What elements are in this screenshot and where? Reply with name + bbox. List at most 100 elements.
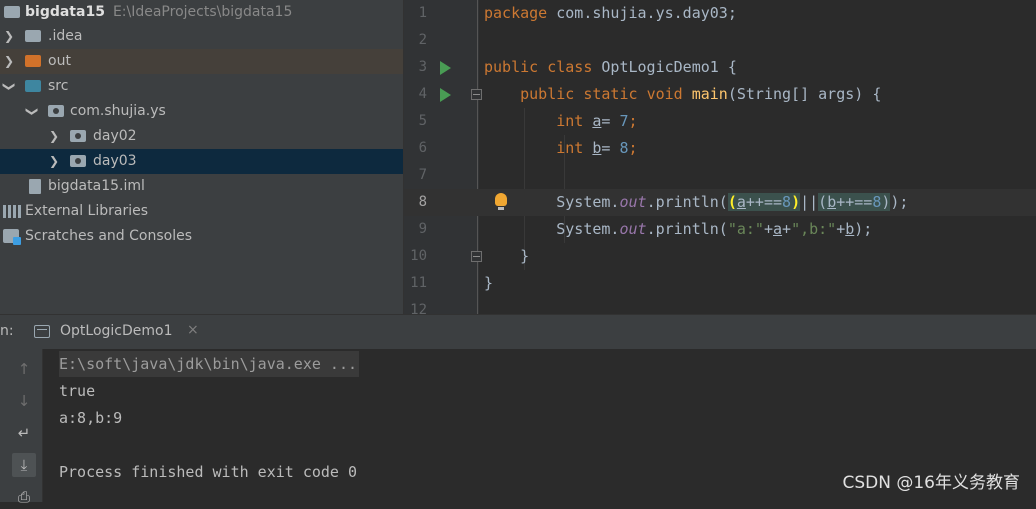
paren: ( — [818, 193, 828, 211]
operator: + — [763, 220, 773, 238]
console-line: a:8,b:9 — [59, 409, 123, 427]
run-main-icon[interactable] — [440, 88, 451, 102]
run-class-icon[interactable] — [440, 61, 451, 75]
tree-item-label: day03 — [93, 153, 137, 169]
class-ref: System. — [556, 220, 620, 238]
operator: ++== — [745, 193, 783, 211]
tree-item-day02[interactable]: ❯ day02 — [0, 124, 403, 149]
variable: a — [736, 193, 746, 211]
operator: = — [601, 139, 620, 157]
tree-item-external-libraries[interactable]: External Libraries — [0, 199, 403, 224]
line-number: 6 — [418, 140, 427, 156]
string-literal: "a:" — [727, 220, 764, 238]
semicolon: ; — [628, 139, 638, 157]
tree-item-package[interactable]: ❯ com.shujia.ys — [0, 99, 403, 124]
module-folder-icon — [4, 6, 20, 18]
libraries-icon — [3, 205, 21, 218]
close-icon[interactable]: × — [187, 322, 199, 338]
run-tab-title: OptLogicDemo1 — [60, 323, 173, 339]
string-literal: ",b:" — [791, 220, 837, 238]
run-tool-window-header: n: OptLogicDemo1 × — [0, 314, 1036, 349]
operator: || — [800, 193, 819, 211]
tree-item-label: out — [48, 53, 71, 69]
code-line-9: 9 System.out.println("a:"+a+",b:"+b); — [403, 216, 1036, 243]
print-icon[interactable]: ⎙ — [12, 485, 36, 509]
keyword: public — [484, 58, 539, 76]
line-number: 12 — [410, 302, 427, 314]
variable: b — [845, 220, 855, 238]
variable: a — [773, 220, 783, 238]
tree-item-label: bigdata15.iml — [48, 178, 145, 194]
static-field: out — [619, 193, 647, 211]
code-line-10: 10 } — [403, 243, 1036, 270]
console-exit-line: Process finished with exit code 0 — [59, 463, 358, 481]
line-number: 4 — [418, 86, 427, 102]
operator: + — [836, 220, 846, 238]
code-line-3: 3 public class OptLogicDemo1 { — [403, 54, 1036, 81]
chevron-down-icon[interactable]: ❯ — [0, 81, 22, 93]
closing-brace: } — [520, 247, 530, 265]
number-literal: 8 — [782, 193, 792, 211]
operator: = — [601, 112, 620, 130]
code-line-11: 11 } — [403, 270, 1036, 297]
tree-item-scratches[interactable]: Scratches and Consoles — [0, 224, 403, 249]
keyword: int — [556, 139, 584, 157]
project-tool-window: bigdata15 E:\IdeaProjects\bigdata15 ❯ .id… — [0, 0, 403, 314]
class-ref: System. — [556, 193, 620, 211]
code-line-2: 2 — [403, 27, 1036, 54]
keyword: public — [520, 85, 575, 103]
scroll-to-end-icon[interactable]: ⤓ — [12, 453, 36, 477]
arrow-down-icon[interactable]: ↓ — [12, 389, 36, 413]
tree-item-label: Scratches and Consoles — [25, 228, 192, 244]
tree-item-iml[interactable]: bigdata15.iml — [0, 174, 403, 199]
project-name: bigdata15 — [25, 4, 105, 20]
tree-root-bigdata15[interactable]: bigdata15 E:\IdeaProjects\bigdata15 — [0, 0, 403, 25]
run-toolbar: ↑ ↓ ↵ ⤓ ⎙ — [0, 349, 43, 506]
line-number: 11 — [410, 275, 427, 291]
package-name: com.shujia.ys.day03; — [547, 4, 737, 22]
project-path: E:\IdeaProjects\bigdata15 — [112, 4, 293, 20]
line-number: 2 — [418, 32, 427, 48]
chevron-right-icon[interactable]: ❯ — [3, 24, 15, 49]
line-number: 3 — [418, 59, 427, 75]
tree-item-day03[interactable]: ❯ day03 — [0, 149, 403, 174]
package-icon — [70, 155, 86, 167]
tree-item-out[interactable]: ❯ out — [0, 49, 403, 74]
fold-icon[interactable] — [471, 251, 482, 262]
code-editor[interactable]: 1 package com.shujia.ys.day03; 2 3 publi… — [403, 0, 1036, 314]
operator: ++== — [836, 193, 873, 211]
brace: { — [718, 58, 737, 76]
tree-item-label: src — [48, 78, 69, 94]
line-number: 8 — [418, 194, 427, 210]
chevron-right-icon[interactable]: ❯ — [48, 149, 60, 174]
console-command-line[interactable]: E:\soft\java\jdk\bin\java.exe ... — [59, 351, 360, 377]
closing-brace: } — [484, 274, 494, 292]
params: (String[] args) { — [727, 85, 882, 103]
tree-item-label: .idea — [48, 28, 83, 44]
chevron-right-icon[interactable]: ❯ — [3, 49, 15, 74]
matched-paren: ) — [791, 193, 801, 211]
fold-icon[interactable] — [471, 89, 482, 100]
soft-wrap-icon[interactable]: ↵ — [12, 421, 36, 445]
run-label: n: — [0, 323, 14, 339]
arrow-up-icon[interactable]: ↑ — [12, 357, 36, 381]
chevron-right-icon[interactable]: ❯ — [48, 124, 60, 149]
tree-item-label: day02 — [93, 128, 137, 144]
keyword: void — [646, 85, 683, 103]
method-name: main — [691, 85, 728, 103]
method-call: .println( — [646, 193, 728, 211]
tree-item-idea[interactable]: ❯ .idea — [0, 24, 403, 49]
code-line-12: 12 — [403, 297, 1036, 314]
source-folder-icon — [25, 80, 41, 92]
application-icon — [34, 325, 50, 338]
class-name: OptLogicDemo1 — [601, 58, 719, 76]
number-literal: 8 — [619, 139, 629, 157]
tree-item-src[interactable]: ❯ src — [0, 74, 403, 99]
keyword: package — [484, 4, 548, 22]
number-literal: 7 — [619, 112, 629, 130]
chevron-down-icon[interactable]: ❯ — [20, 106, 45, 118]
code-line-8: 8 System.out.println((a++==8)||(b++==8))… — [403, 189, 1036, 216]
keyword: class — [547, 58, 593, 76]
package-icon — [70, 130, 86, 142]
package-icon — [48, 105, 64, 117]
